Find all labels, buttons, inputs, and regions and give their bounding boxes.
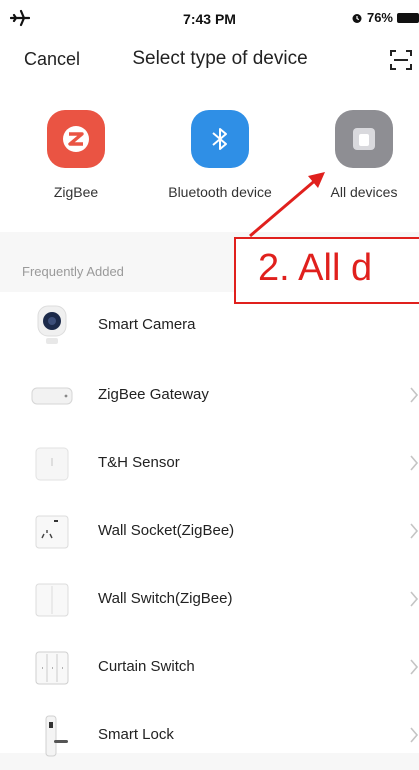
list-item-wall-switch[interactable]: Wall Switch(ZigBee): [0, 566, 419, 634]
annotation-text: 2. All d: [258, 247, 373, 289]
all-devices-icon: [335, 110, 393, 168]
list-item-zigbee-gateway[interactable]: ZigBee Gateway: [0, 362, 419, 430]
chevron-right-icon: [410, 591, 419, 607]
switch-icon: [30, 580, 74, 620]
curtain-switch-icon: [30, 648, 74, 688]
device-label: Smart Lock: [98, 726, 174, 743]
section-label: Frequently Added: [22, 264, 124, 279]
battery-percent: 76%: [366, 10, 393, 25]
lock-icon: [30, 715, 74, 757]
category-label: ZigBee: [53, 184, 99, 200]
list-item-curtain-switch[interactable]: Curtain Switch: [0, 634, 419, 702]
device-label: Curtain Switch: [98, 658, 195, 675]
chevron-right-icon: [410, 727, 419, 743]
device-label: Smart Camera: [98, 316, 196, 333]
sensor-icon: [30, 444, 74, 484]
list-item-wall-socket[interactable]: Wall Socket(ZigBee): [0, 498, 419, 566]
bluetooth-icon: [191, 110, 249, 168]
camera-icon: [30, 305, 74, 346]
annotation-box: 2. All d: [234, 237, 419, 304]
device-categories: ZigBee Bluetooth device All devices: [0, 82, 419, 232]
device-label: Wall Socket(ZigBee): [98, 522, 235, 539]
category-label: All devices: [330, 184, 398, 200]
zigbee-icon: [47, 110, 105, 168]
battery-icon: [397, 12, 419, 23]
scan-icon[interactable]: [390, 50, 412, 70]
nav-header: Cancel Select type of device: [0, 38, 419, 82]
list-item-smart-lock[interactable]: Smart Lock: [0, 702, 419, 770]
gateway-icon: [30, 376, 74, 416]
status-bar: 7:43 PM 76%: [0, 0, 419, 38]
device-list: Smart Camera ZigBee Gateway T&H Sensor W…: [0, 292, 419, 757]
chevron-right-icon: [410, 523, 419, 539]
category-zigbee[interactable]: ZigBee: [1, 110, 151, 200]
category-all-devices[interactable]: All devices: [289, 110, 419, 200]
status-right: 76%: [351, 10, 419, 25]
chevron-right-icon: [410, 659, 419, 675]
list-item-th-sensor[interactable]: T&H Sensor: [0, 430, 419, 498]
device-label: ZigBee Gateway: [98, 386, 209, 403]
page-title: Select type of device: [132, 48, 308, 69]
chevron-right-icon: [410, 455, 419, 471]
device-label: T&H Sensor: [98, 454, 180, 471]
chevron-right-icon: [410, 387, 419, 403]
device-label: Wall Switch(ZigBee): [98, 590, 233, 607]
socket-icon: [30, 512, 74, 552]
alarm-icon: [352, 13, 362, 23]
category-label: Bluetooth device: [168, 184, 272, 200]
category-bluetooth[interactable]: Bluetooth device: [145, 110, 295, 200]
